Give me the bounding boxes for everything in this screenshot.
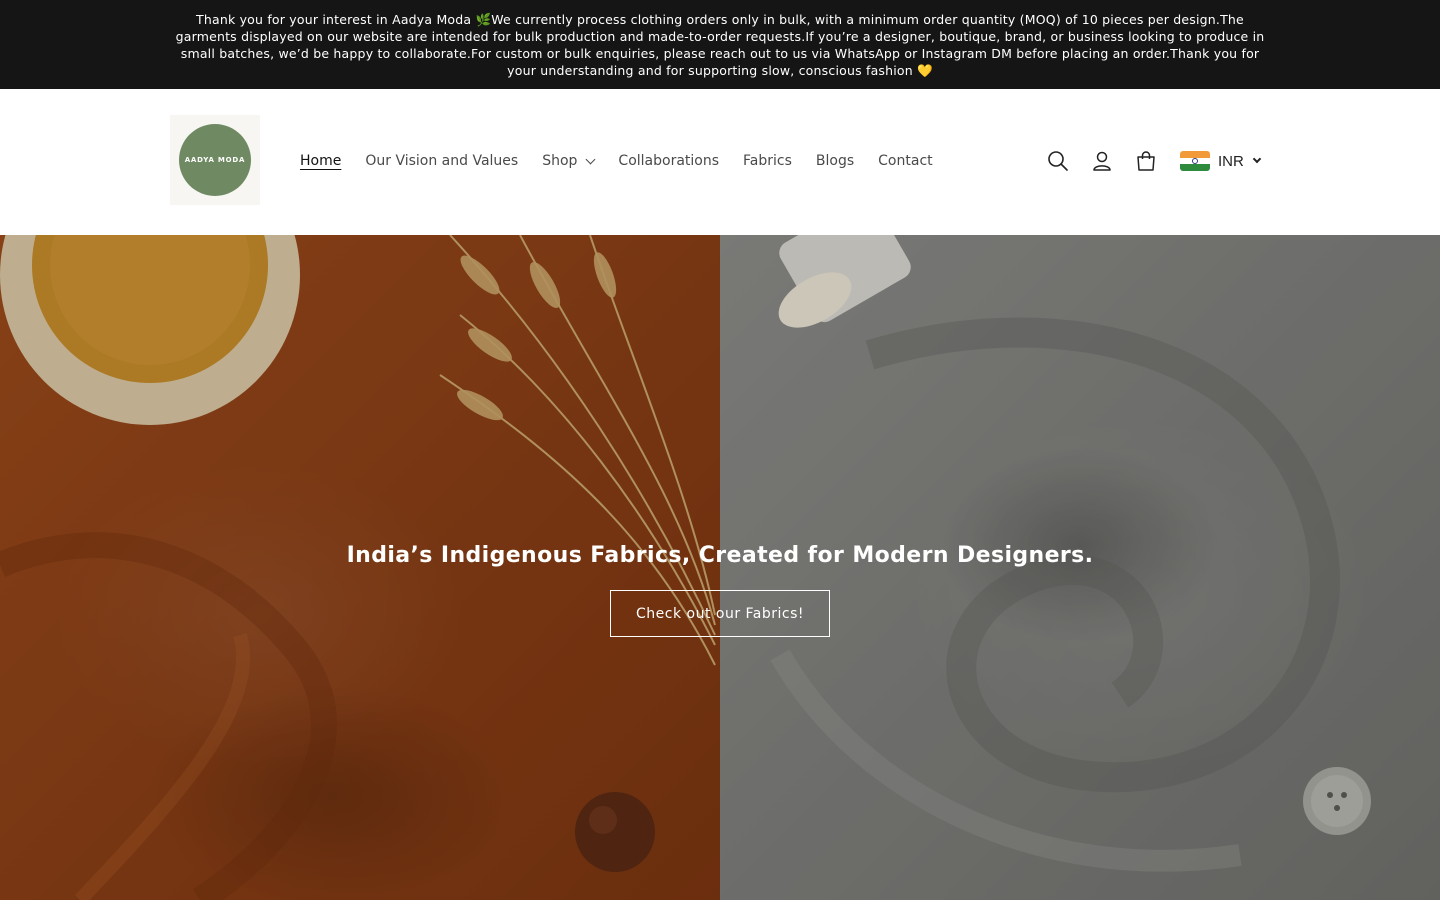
logo: AADYA MODA: [179, 124, 251, 196]
nav-item-our-vision-and-values[interactable]: Our Vision and Values: [365, 153, 518, 169]
nav-item-collaborations[interactable]: Collaborations: [618, 153, 719, 169]
hero-content: India’s Indigenous Fabrics, Created for …: [0, 543, 1440, 637]
nav-item-shop[interactable]: Shop: [542, 153, 596, 169]
logo-link[interactable]: AADYA MODA: [170, 115, 260, 205]
header-actions: INR: [1036, 145, 1262, 177]
nav-item-fabrics[interactable]: Fabrics: [743, 153, 792, 169]
nav-item-blogs[interactable]: Blogs: [816, 153, 854, 169]
cart-button[interactable]: [1124, 145, 1168, 177]
search-icon: [1048, 151, 1068, 171]
announcement-text: Thank you for your interest in Aadya Mod…: [175, 11, 1265, 78]
announcement-bar: Thank you for your interest in Aadya Mod…: [0, 0, 1440, 89]
india-flag-icon: [1180, 151, 1210, 171]
currency-code: INR: [1218, 152, 1244, 170]
hero-banner: India’s Indigenous Fabrics, Created for …: [0, 235, 1440, 900]
account-icon: [1093, 151, 1111, 171]
main-nav: Home Our Vision and Values Shop Collabor…: [288, 147, 945, 175]
nav-item-label: Home: [300, 153, 342, 169]
logo-text: AADYA MODA: [184, 156, 246, 164]
nav-item-label: Our Vision and Values: [365, 153, 519, 169]
nav-item-contact[interactable]: Contact: [878, 153, 932, 169]
check-fabrics-button[interactable]: Check out our Fabrics!: [610, 590, 830, 637]
account-button[interactable]: [1080, 145, 1124, 177]
hero-heading: India’s Indigenous Fabrics, Created for …: [346, 543, 1094, 568]
nav-item-label: Contact: [878, 153, 933, 169]
currency-selector[interactable]: INR: [1180, 151, 1262, 171]
chevron-down-icon: [585, 154, 596, 164]
nav-item-label: Blogs: [815, 153, 855, 169]
search-button[interactable]: [1036, 145, 1080, 177]
nav-item-home[interactable]: Home: [300, 153, 341, 169]
nav-item-label: Collaborations: [618, 153, 720, 169]
cart-icon: [1137, 151, 1155, 171]
nav-item-label: Shop: [542, 153, 578, 169]
site-header: AADYA MODA Home Our Vision and Values Sh…: [0, 89, 1440, 235]
nav-item-label: Fabrics: [743, 153, 792, 169]
chevron-down-icon: [1252, 154, 1262, 164]
